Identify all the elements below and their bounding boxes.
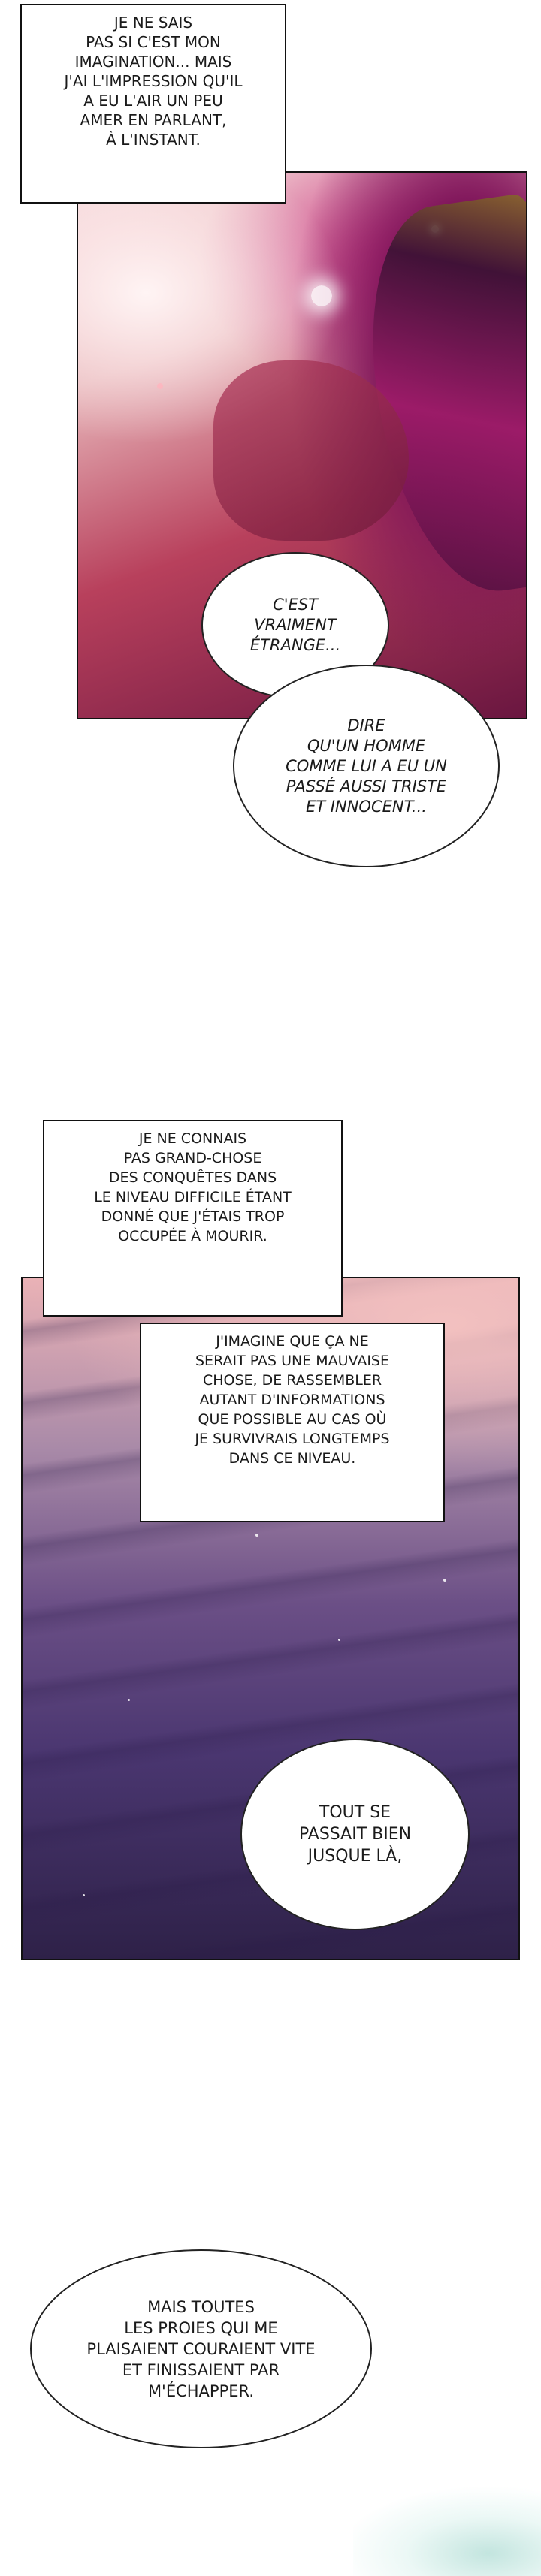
narration-caption: JE NE CONNAIS PAS GRAND-CHOSE DES CONQUÊ… — [43, 1120, 343, 1317]
narration-caption: JE NE SAIS PAS SI C'EST MON IMAGINATION.… — [20, 4, 286, 204]
light-sparkle — [338, 1639, 340, 1641]
light-sparkle — [83, 1894, 85, 1896]
speech-bubble-fine: TOUT SE PASSAIT BIEN JUSQUE LÀ, — [240, 1739, 470, 1930]
narration-caption: J'IMAGINE QUE ÇA NE SERAIT PAS UNE MAUVA… — [140, 1323, 445, 1522]
light-sparkle — [311, 285, 332, 306]
speech-text: C'EST VRAIMENT ÉTRANGE... — [249, 596, 341, 654]
light-sparkle — [443, 1579, 446, 1582]
light-sparkle — [255, 1534, 258, 1537]
light-sparkle — [157, 383, 163, 389]
speech-bubble-past: DIRE QU'UN HOMME COMME LUI A EU UN PASSÉ… — [233, 665, 500, 867]
speech-text: TOUT SE PASSAIT BIEN JUSQUE LÀ, — [298, 1803, 412, 1866]
light-sparkle — [128, 1699, 130, 1701]
teal-brush-decoration — [353, 2471, 541, 2576]
speech-bubble-prey: MAIS TOUTES LES PROIES QUI ME PLAISAIENT… — [30, 2249, 372, 2448]
speech-text: MAIS TOUTES LES PROIES QUI ME PLAISAIENT… — [86, 2297, 316, 2400]
speech-text: DIRE QU'UN HOMME COMME LUI A EU UN PASSÉ… — [286, 716, 447, 816]
